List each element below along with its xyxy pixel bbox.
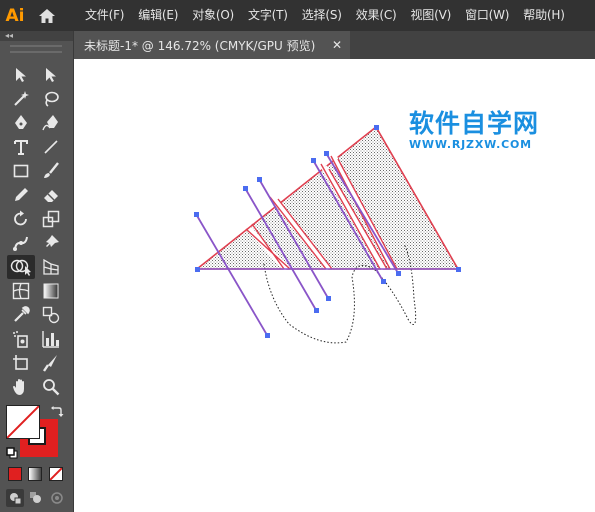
draw-inside-icon — [51, 492, 63, 504]
none-mode-button[interactable] — [49, 467, 63, 481]
mesh-icon — [12, 282, 30, 300]
blend-icon — [42, 306, 60, 324]
rotate-icon — [14, 210, 27, 226]
app-logo: Ai — [5, 5, 25, 26]
scale-icon — [42, 210, 60, 228]
tab-close-icon[interactable]: ✕ — [332, 31, 342, 59]
menu-bar: Ai 文件(F) 编辑(E) 对象(O) 文字(T) 选择(S) 效果(C) 视… — [0, 0, 595, 31]
magic-wand-icon — [14, 91, 29, 106]
pen-tool[interactable] — [8, 112, 34, 134]
panel-grip[interactable] — [10, 45, 62, 53]
direct-selection-icon — [46, 68, 56, 82]
direct-selection-tool[interactable] — [38, 64, 64, 86]
shaper-tool[interactable] — [8, 184, 34, 206]
selection-tool[interactable] — [8, 64, 34, 86]
menu-type[interactable]: 文字(T) — [241, 0, 295, 31]
pin-icon — [46, 235, 59, 247]
zoom-icon — [43, 379, 60, 396]
gradient-tool[interactable] — [38, 280, 64, 302]
default-colors-button[interactable] — [6, 444, 18, 459]
document-tab[interactable]: 未标题-1* @ 146.72% (CMYK/GPU 预览) — [74, 31, 350, 59]
type-tool[interactable] — [8, 136, 34, 158]
gradient-mode-button[interactable] — [28, 467, 42, 481]
menu-effect[interactable]: 效果(C) — [349, 0, 404, 31]
selection-arrow-icon — [16, 68, 26, 82]
default-colors-icon — [6, 447, 18, 459]
hand-icon — [13, 379, 24, 395]
lasso-tool[interactable] — [38, 88, 64, 110]
none-slash-icon — [7, 406, 39, 438]
shape-builder-tool[interactable] — [7, 255, 35, 279]
swap-fill-stroke-button[interactable] — [50, 404, 64, 418]
fill-swatch[interactable] — [6, 405, 40, 439]
gradient-icon — [43, 283, 59, 299]
column-graph-icon — [42, 331, 59, 348]
mesh-tool[interactable] — [8, 280, 34, 302]
slice-tool[interactable] — [38, 352, 64, 374]
type-icon — [14, 140, 28, 155]
pen-icon — [15, 115, 27, 129]
shape-builder-icon — [10, 259, 31, 276]
home-icon — [39, 8, 55, 23]
hand-tool[interactable] — [8, 376, 34, 398]
column-graph-tool[interactable] — [38, 328, 64, 350]
document-tab-bar: 未标题-1* @ 146.72% (CMYK/GPU 预览) ✕ — [74, 31, 595, 59]
menu-file[interactable]: 文件(F) — [78, 0, 131, 31]
curvature-pen-icon — [42, 115, 58, 131]
perspective-grid-icon — [43, 258, 59, 275]
pencil-icon — [15, 188, 28, 201]
menu-items: 文件(F) 编辑(E) 对象(O) 文字(T) 选择(S) 效果(C) 视图(V… — [78, 0, 572, 31]
knife-icon — [43, 355, 57, 372]
magic-wand-tool[interactable] — [8, 88, 34, 110]
puppet-warp-tool[interactable] — [8, 232, 34, 254]
triangle-shape[interactable] — [197, 127, 458, 269]
document-tab-title: 未标题-1* @ 146.72% (CMYK/GPU 预览) — [84, 38, 316, 53]
menu-select[interactable]: 选择(S) — [295, 0, 349, 31]
home-button[interactable] — [30, 0, 64, 31]
color-mode-button[interactable] — [8, 467, 22, 481]
symbol-sprayer-tool[interactable] — [8, 328, 34, 350]
swap-arrow-icon — [51, 406, 64, 417]
draw-normal-button[interactable] — [6, 489, 24, 507]
draw-behind-button[interactable] — [27, 489, 45, 507]
draw-inside-button[interactable] — [48, 489, 66, 507]
artboard-canvas[interactable]: 软件自学网 WWW.RJZXW.COM — [74, 59, 595, 512]
draw-behind-icon — [30, 492, 41, 503]
eyedropper-tool[interactable] — [8, 304, 34, 326]
lasso-icon — [45, 91, 59, 107]
rectangle-icon — [13, 164, 29, 178]
draw-normal-icon — [10, 493, 22, 505]
tools-panel: ◂◂ — [0, 31, 74, 512]
menu-object[interactable]: 对象(O) — [185, 0, 241, 31]
symbol-sprayer-icon — [13, 331, 28, 348]
line-segment-tool[interactable] — [38, 136, 64, 158]
artboard-tool[interactable] — [8, 352, 34, 374]
puppet-warp-icon — [13, 236, 28, 251]
rotate-tool[interactable] — [8, 208, 34, 230]
zoom-tool[interactable] — [38, 376, 64, 398]
paintbrush-tool[interactable] — [38, 160, 64, 182]
eraser-icon — [44, 190, 58, 202]
line-segment-icon — [44, 140, 58, 154]
scale-tool[interactable] — [38, 208, 64, 230]
blend-tool[interactable] — [38, 304, 64, 326]
free-transform-tool[interactable] — [38, 232, 64, 254]
menu-help[interactable]: 帮助(H) — [516, 0, 571, 31]
none-icon — [50, 468, 62, 480]
menu-view[interactable]: 视图(V) — [403, 0, 458, 31]
eraser-tool[interactable] — [38, 184, 64, 206]
artboard-icon — [13, 355, 28, 370]
paintbrush-icon — [44, 162, 59, 178]
rectangle-tool[interactable] — [8, 160, 34, 182]
panel-collapse-button[interactable]: ◂◂ — [0, 31, 73, 41]
menu-window[interactable]: 窗口(W) — [458, 0, 516, 31]
eyedropper-icon — [14, 306, 30, 322]
menu-edit[interactable]: 编辑(E) — [131, 0, 185, 31]
perspective-grid-tool[interactable] — [38, 256, 64, 278]
curvature-tool[interactable] — [38, 112, 64, 134]
artwork[interactable] — [74, 59, 595, 512]
